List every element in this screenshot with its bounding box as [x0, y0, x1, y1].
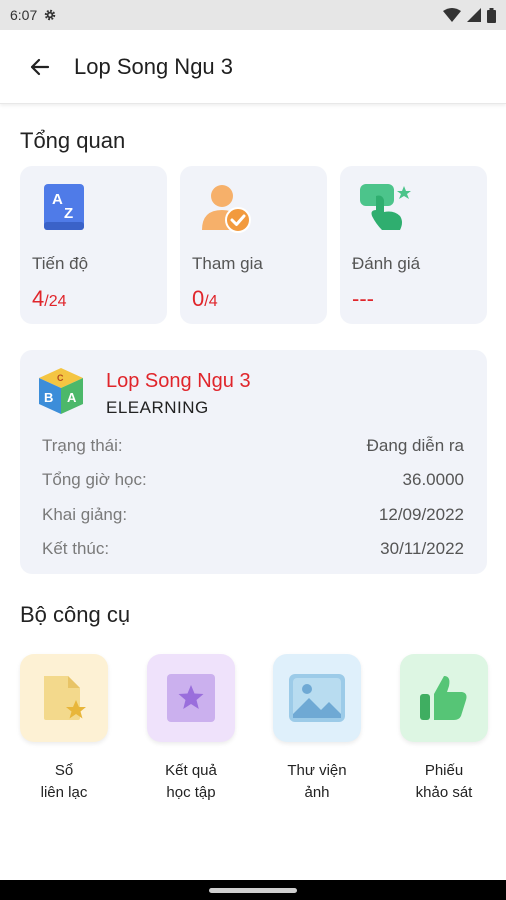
tool-tile[interactable]	[273, 654, 361, 742]
info-value: 36.0000	[402, 470, 464, 489]
tool-name-line: khảo sát	[415, 784, 473, 801]
page-title: Lop Song Ngu 3	[74, 53, 234, 79]
svg-text:B: B	[44, 390, 53, 405]
info-row-status: Trạng thái: Đang diễn ra	[42, 436, 464, 456]
svg-text:Z: Z	[64, 205, 73, 222]
arrow-left-icon	[30, 58, 50, 75]
tool-name-line: học tập	[166, 784, 216, 801]
rating-card[interactable]: Đánh giá ---	[340, 166, 487, 324]
attendance-total: /4	[204, 293, 218, 310]
progress-total: /24	[44, 293, 67, 310]
tool-name-line: Sổ	[54, 762, 74, 779]
status-bar: 6:07	[0, 0, 506, 30]
battery-icon	[487, 7, 496, 23]
course-info-card[interactable]: B A C Lop Song Ngu 3 ELEARNING Trạng thá…	[20, 350, 487, 574]
star-square-icon	[167, 674, 215, 722]
image-icon	[289, 674, 345, 722]
tool-photo-library[interactable]: Thư viện ảnh	[273, 654, 361, 804]
signal-icon	[467, 8, 481, 22]
abc-blocks-icon: B A C	[39, 368, 83, 414]
attendance-count: 0	[192, 286, 205, 311]
info-value: 30/11/2022	[380, 539, 464, 558]
tool-name-line: liên lạc	[40, 784, 88, 801]
overview-title: Tổng quan	[20, 128, 126, 153]
document-star-icon	[44, 676, 86, 720]
user-check-icon	[202, 185, 251, 233]
info-label: Tổng giờ học:	[42, 470, 147, 489]
tool-name: Kết quả học tập	[136, 760, 246, 804]
back-button[interactable]	[20, 47, 60, 87]
info-label: Kết thúc:	[42, 539, 110, 558]
info-row-hours: Tổng giờ học: 36.0000	[42, 470, 464, 490]
info-value: Đang diễn ra	[366, 436, 464, 455]
progress-value: 4/24	[32, 286, 67, 312]
svg-text:A: A	[67, 390, 77, 405]
tool-contact-book[interactable]: Sổ liên lạc	[20, 654, 108, 804]
thumbs-up-icon	[420, 676, 467, 720]
tool-name-line: Kết quả	[165, 762, 217, 779]
home-gesture-handle[interactable]	[209, 888, 297, 893]
info-value: 12/09/2022	[378, 505, 464, 524]
course-name: Lop Song Ngu 3	[106, 370, 251, 392]
rating-value: ---	[352, 286, 374, 312]
tools-title: Bộ công cụ	[20, 602, 131, 627]
attendance-value: 0/4	[192, 286, 218, 312]
tool-tile[interactable]	[147, 654, 235, 742]
status-time: 6:07	[10, 7, 38, 23]
info-row-end: Kết thúc: 30/11/2022	[42, 539, 464, 559]
tool-tile[interactable]	[400, 654, 488, 742]
info-row-start: Khai giảng: 12/09/2022	[42, 505, 464, 525]
tool-learning-results[interactable]: Kết quả học tập	[147, 654, 235, 804]
course-type: ELEARNING	[106, 398, 209, 417]
tool-name-line: Phiếu	[424, 762, 464, 779]
tool-survey[interactable]: Phiếu khảo sát	[400, 654, 488, 804]
tool-name: Phiếu khảo sát	[389, 760, 499, 804]
wifi-icon	[443, 8, 461, 22]
progress-card[interactable]: A Z Tiến độ 4/24	[20, 166, 167, 324]
attendance-label: Tham gia	[192, 254, 263, 273]
info-label: Trạng thái:	[42, 436, 123, 455]
info-label: Khai giảng:	[42, 505, 128, 524]
tool-name-line: Thư viện	[287, 762, 347, 779]
svg-text:A: A	[52, 191, 63, 208]
progress-label: Tiến độ	[32, 254, 89, 273]
tool-name-line: ảnh	[304, 784, 330, 801]
tool-tile[interactable]	[20, 654, 108, 742]
rating-label: Đánh giá	[352, 254, 421, 273]
tool-name: Thư viện ảnh	[262, 760, 372, 804]
settings-gear-icon	[45, 9, 56, 21]
progress-count: 4	[32, 286, 45, 311]
tool-name: Sổ liên lạc	[9, 760, 119, 804]
tap-star-icon	[360, 184, 411, 230]
svg-text:C: C	[57, 373, 64, 383]
app-bar: Lop Song Ngu 3	[0, 30, 506, 104]
az-book-icon: A Z	[44, 184, 84, 230]
attendance-card[interactable]: Tham gia 0/4	[180, 166, 327, 324]
rating-count: ---	[352, 286, 374, 311]
